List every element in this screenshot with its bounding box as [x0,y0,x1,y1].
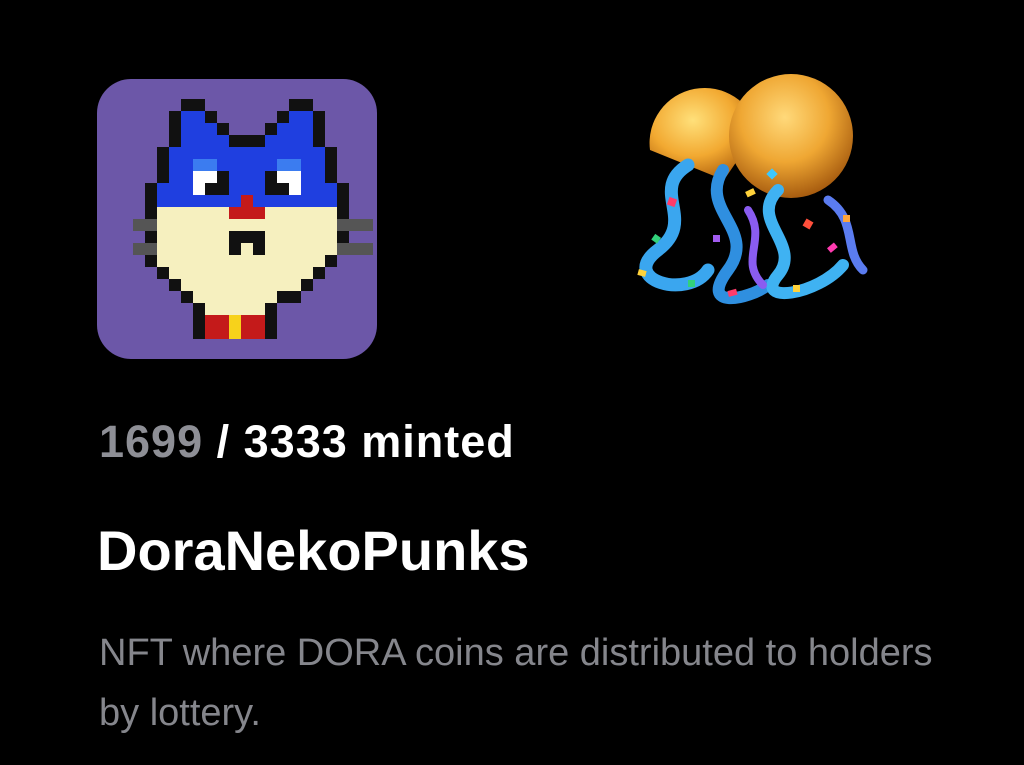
collection-name: DoraNekoPunks [97,519,530,582]
nft-collection-card: 1699 / 3333 minted DoraNekoPunks NFT whe… [0,0,1024,765]
minted-label: minted [361,416,515,467]
pixel-cat-icon [133,99,373,339]
party-popper-icon [628,70,868,310]
collection-description: NFT where DORA coins are distributed to … [99,632,933,734]
mint-separator: / [216,416,231,467]
total-supply: 3333 [243,416,348,467]
mint-progress: 1699 / 3333 minted [99,414,515,470]
minted-count: 1699 [99,416,204,467]
nft-avatar-image[interactable] [97,79,377,359]
